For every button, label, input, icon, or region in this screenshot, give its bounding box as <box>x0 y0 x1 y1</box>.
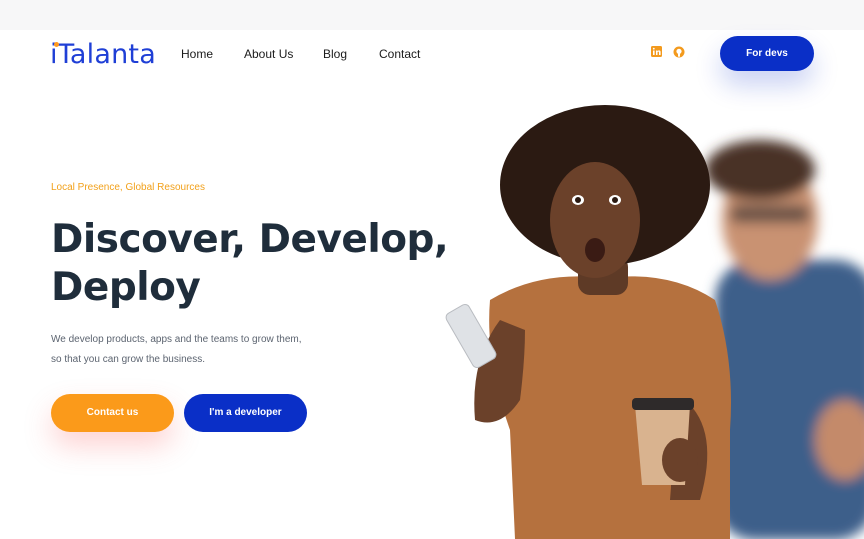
logo-text: iTalanta <box>50 39 156 70</box>
headline-line-1: Discover, Develop, <box>51 217 449 262</box>
top-strip <box>0 0 864 30</box>
subtitle-line-2: so that you can grow the business. <box>51 354 205 365</box>
nav-item-about-us[interactable]: About Us <box>244 47 293 61</box>
logo-dot <box>54 42 59 47</box>
linkedin-icon[interactable] <box>650 46 662 58</box>
contact-us-button[interactable]: Contact us <box>51 394 174 432</box>
nav-item-blog[interactable]: Blog <box>323 47 347 61</box>
cup-lid <box>632 398 694 410</box>
logo[interactable]: iTalanta <box>50 38 156 72</box>
nav-item-home[interactable]: Home <box>181 47 213 61</box>
hero-headline: Discover, Develop, Deploy <box>51 216 449 312</box>
headline-line-2: Deploy <box>51 265 201 310</box>
nav-item-contact[interactable]: Contact <box>379 47 420 61</box>
for-devs-button[interactable]: For devs <box>720 36 814 71</box>
hero-illustration <box>445 105 864 539</box>
hero-tagline: Local Presence, Global Resources <box>51 182 205 193</box>
developer-button[interactable]: I'm a developer <box>184 394 307 432</box>
subtitle-line-1: We develop products, apps and the teams … <box>51 334 302 345</box>
github-icon[interactable] <box>673 46 685 58</box>
hero-subtitle: We develop products, apps and the teams … <box>51 330 302 370</box>
